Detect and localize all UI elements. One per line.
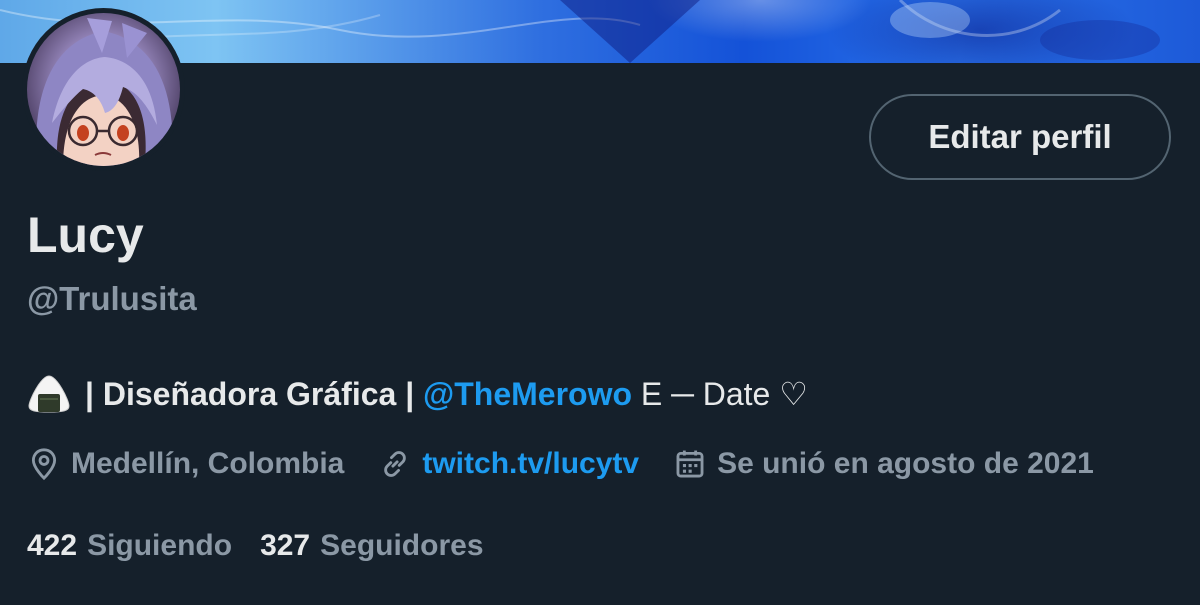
website-item[interactable]: twitch.tv/lucytv (378, 447, 639, 481)
location-text: Medellín, Colombia (71, 447, 345, 480)
joined-item: Se unió en agosto de 2021 (673, 447, 1094, 481)
edit-profile-button[interactable]: Editar perfil (869, 94, 1171, 180)
profile-handle: @Trulusita (27, 280, 197, 317)
follow-stats: 422 Siguiendo 327 Seguidores (27, 526, 512, 566)
following-link[interactable]: 422 Siguiendo (27, 529, 232, 563)
banner-image (0, 0, 1160, 63)
profile-meta: Medellín, Colombia twitch.tv/lucytv Se u… (27, 444, 1128, 484)
avatar[interactable] (27, 13, 180, 166)
followers-count: 327 (260, 529, 311, 562)
bio-text-2: E ─ Date ♡ (640, 376, 808, 412)
onigiri-emoji (28, 375, 70, 413)
bio-text-1: | Diseñadora Gráfica | (85, 376, 415, 412)
bio-mention-link[interactable]: @TheMerowo (423, 372, 632, 416)
following-label: Siguiendo (87, 529, 233, 562)
profile-banner[interactable] (0, 0, 1200, 63)
followers-link[interactable]: 327 Seguidores (260, 529, 483, 563)
followers-label: Seguidores (320, 529, 484, 562)
joined-text: Se unió en agosto de 2021 (717, 447, 1094, 480)
calendar-icon (676, 450, 704, 478)
avatar-image (36, 18, 173, 166)
profile-name: Lucy (27, 207, 144, 263)
website-link[interactable]: twitch.tv/lucytv (422, 447, 639, 481)
link-icon (384, 451, 407, 477)
following-count: 422 (27, 529, 78, 562)
location-pin-icon (31, 448, 57, 481)
location-item: Medellín, Colombia (27, 447, 344, 481)
profile-bio: | Diseñadora Gráfica | @TheMerowo E ─ Da… (27, 372, 808, 416)
